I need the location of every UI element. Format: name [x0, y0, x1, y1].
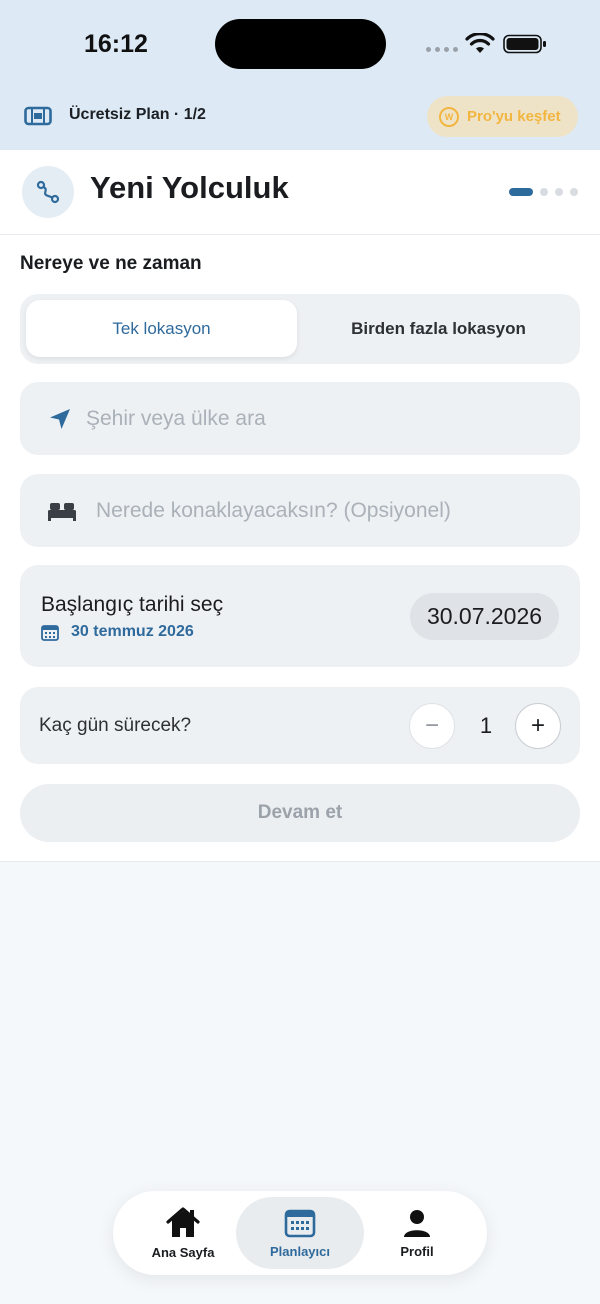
start-date-picker[interactable]: 30.07.2026 — [410, 593, 559, 640]
duration-card: Kaç gün sürecek? − 1 + — [20, 687, 580, 764]
tab-home[interactable]: Ana Sayfa — [119, 1197, 247, 1269]
trip-form: Nereye ve ne zaman Tek lokasyon Birden f… — [0, 235, 600, 862]
top-area: 16:12 Ücretsiz Plan · 1/2 W Pro'yu keşfe… — [0, 0, 600, 150]
tab-profile-label: Profil — [400, 1243, 434, 1259]
duration-label: Kaç gün sürecek? — [39, 715, 192, 736]
person-icon — [404, 1209, 430, 1237]
tab-planner[interactable]: Planlayıcı — [236, 1197, 364, 1269]
ticket-icon — [24, 106, 52, 126]
tab-planner-label: Planlayıcı — [270, 1243, 330, 1259]
location-mode-segment: Tek lokasyon Birden fazla lokasyon — [20, 294, 580, 364]
accommodation-field[interactable] — [20, 474, 580, 547]
step-dot — [540, 188, 548, 196]
page-title: Yeni Yolculuk — [90, 170, 289, 205]
wifi-icon — [465, 33, 495, 53]
cellular-signal-icon — [426, 47, 458, 52]
segment-multiple-locations[interactable]: Birden fazla lokasyon — [303, 300, 574, 357]
step-indicator — [509, 188, 578, 196]
bottom-tab-bar: Ana Sayfa Planlayıcı Profil — [113, 1191, 487, 1275]
home-icon — [166, 1206, 200, 1237]
new-trip-screen: 16:12 Ücretsiz Plan · 1/2 W Pro'yu keşfe… — [0, 0, 600, 1304]
tab-home-label: Ana Sayfa — [151, 1244, 215, 1260]
start-date-summary: 30 temmuz 2026 — [41, 623, 194, 641]
segment-single-location[interactable]: Tek lokasyon — [26, 300, 297, 357]
increase-days-button[interactable]: + — [515, 703, 561, 749]
calendar-small-icon — [41, 624, 59, 641]
start-date-card[interactable]: Başlangıç tarihi seç 30 temmuz 2026 30.0… — [20, 565, 580, 667]
dynamic-island — [215, 19, 386, 69]
plan-status-label: Ücretsiz Plan · 1/2 — [69, 106, 206, 123]
city-search-field[interactable] — [20, 382, 580, 455]
explore-pro-button[interactable]: W Pro'yu keşfet — [427, 96, 578, 137]
duration-value: 1 — [479, 713, 493, 738]
location-arrow-icon — [40, 406, 80, 432]
calendar-icon — [284, 1209, 316, 1237]
tab-profile[interactable]: Profil — [353, 1197, 481, 1269]
step-dot — [570, 188, 578, 196]
coin-icon: W — [439, 106, 459, 127]
bed-icon — [42, 500, 82, 522]
start-date-title: Başlangıç tarihi seç — [41, 593, 224, 616]
section-title: Nereye ve ne zaman — [20, 253, 202, 274]
step-dot-active — [509, 188, 533, 196]
explore-pro-label: Pro'yu keşfet — [467, 108, 561, 125]
battery-icon — [503, 34, 546, 54]
decrease-days-button[interactable]: − — [409, 703, 455, 749]
start-date-long: 30 temmuz 2026 — [71, 623, 194, 640]
route-icon-badge — [22, 166, 74, 218]
route-icon — [36, 180, 60, 204]
continue-button[interactable]: Devam et — [20, 784, 580, 842]
accommodation-input[interactable] — [96, 498, 536, 523]
screen-header: Yeni Yolculuk — [0, 150, 600, 235]
status-time: 16:12 — [84, 30, 148, 58]
city-search-input[interactable] — [86, 406, 526, 431]
step-dot — [555, 188, 563, 196]
